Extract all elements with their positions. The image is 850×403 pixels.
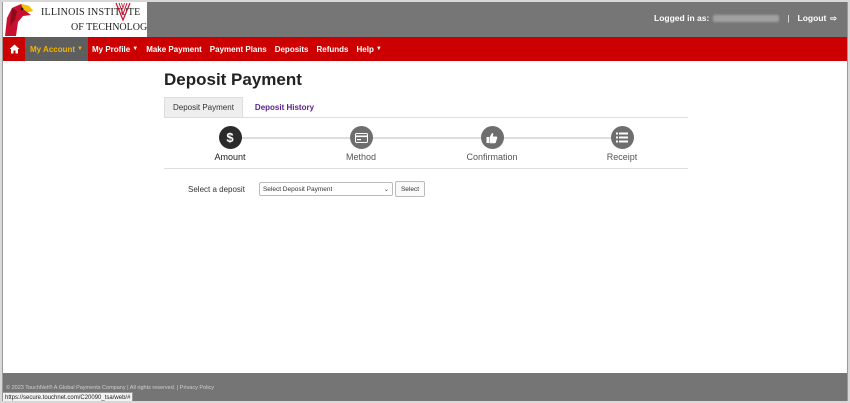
step-amount-label: Amount: [214, 152, 246, 162]
browser-frame: ILLINOIS INSTITUTE OF TECHNOLOGY Logged …: [2, 2, 848, 401]
browser-status-url: https://secure.touchnet.com/C20090_tsa/w…: [3, 392, 134, 401]
page-title: Deposit Payment: [164, 70, 302, 89]
chevron-down-icon: ⌄: [383, 186, 389, 193]
step-receipt-label: Receipt: [606, 152, 638, 162]
nav-my-profile-label: My Profile: [92, 44, 131, 54]
nav-make-payment-label: Make Payment: [146, 44, 202, 54]
logout-icon[interactable]: ⇨: [830, 14, 837, 23]
deposit-tabs: Deposit Payment Deposit History: [164, 97, 688, 118]
step-method-label: Method: [345, 152, 377, 162]
logout-link[interactable]: Logout: [798, 13, 827, 23]
footer-copyright: © 2023 TouchNet® A Global Payments Compa…: [6, 385, 215, 391]
iit-logo[interactable]: ILLINOIS INSTITUTE OF TECHNOLOGY: [3, 2, 147, 37]
nav-refunds[interactable]: Refunds: [313, 37, 353, 61]
nav-my-account-label: My Account: [30, 44, 76, 54]
caret-down-icon: ▼: [375, 46, 382, 52]
select-deposit-label: Select a deposit: [188, 184, 245, 194]
step-receipt: Receipt: [577, 126, 667, 162]
nav-my-profile[interactable]: My Profile ▼: [88, 37, 142, 61]
caret-down-icon: ▼: [77, 46, 83, 52]
scarlet-hawk-icon: [5, 4, 33, 36]
iit-mark-icon: [115, 2, 131, 22]
nav-deposits[interactable]: Deposits: [271, 37, 313, 61]
step-amount: $ Amount: [185, 126, 275, 162]
deposit-selection-row: Select a deposit Select Deposit Payment …: [188, 181, 426, 197]
nav-help-label: Help: [356, 44, 374, 54]
payment-steps: $ Amount Method Confirmation Receipt: [164, 124, 688, 169]
nav-deposits-label: Deposits: [274, 44, 309, 54]
tab-deposit-payment[interactable]: Deposit Payment: [164, 97, 243, 117]
home-button[interactable]: [3, 37, 25, 61]
nav-payment-plans-label: Payment Plans: [209, 44, 267, 54]
logo-text-line2: OF TECHNOLOGY: [71, 22, 147, 33]
dollar-icon: $: [218, 126, 242, 149]
step-confirmation: Confirmation: [447, 126, 537, 162]
nav-my-account[interactable]: My Account ▼: [25, 37, 88, 61]
nav-refunds-label: Refunds: [316, 44, 349, 54]
nav-payment-plans[interactable]: Payment Plans: [206, 37, 271, 61]
nav-help[interactable]: Help ▼: [353, 37, 386, 61]
header-separator: |: [787, 13, 790, 23]
main-nav: My Account ▼ My Profile ▼ Make Payment Pay…: [3, 37, 847, 61]
deposit-select-value: Select Deposit Payment: [262, 185, 333, 193]
step-method: Method: [316, 126, 406, 162]
select-button[interactable]: Select: [394, 181, 426, 197]
user-area: Logged in as: | Logout ⇨: [654, 13, 837, 23]
logged-in-label: Logged in as:: [654, 13, 710, 23]
thumbs-up-icon: [480, 126, 504, 149]
steps-connector: [230, 137, 622, 139]
credit-card-icon: [349, 126, 373, 149]
tab-deposit-history[interactable]: Deposit History: [243, 97, 322, 117]
caret-down-icon: ▼: [132, 46, 139, 52]
top-header: ILLINOIS INSTITUTE OF TECHNOLOGY Logged …: [3, 2, 847, 37]
list-icon: [610, 126, 634, 149]
username-redacted: [713, 14, 780, 22]
deposit-select[interactable]: Select Deposit Payment ⌄: [258, 182, 393, 196]
home-icon: [9, 44, 19, 54]
nav-make-payment[interactable]: Make Payment: [142, 37, 206, 61]
step-confirmation-label: Confirmation: [466, 152, 518, 162]
